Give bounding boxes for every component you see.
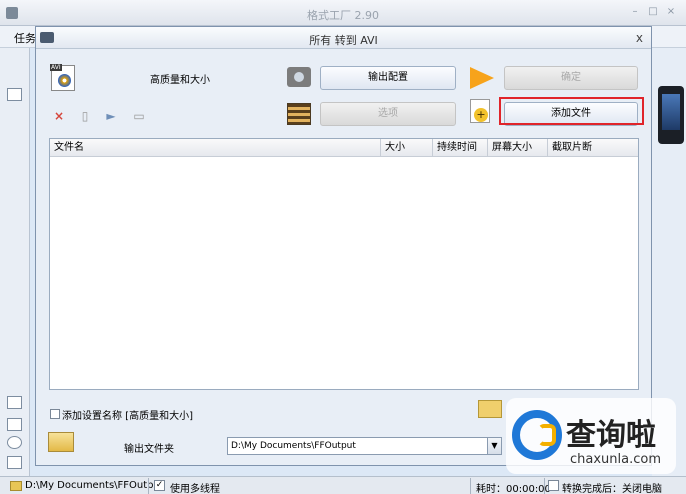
- add-file-icon: [470, 99, 490, 123]
- camera-icon: [287, 67, 311, 87]
- play-icon[interactable]: ►: [104, 110, 118, 123]
- status-divider: [148, 478, 149, 494]
- picture-icon[interactable]: [7, 418, 22, 431]
- column-clip[interactable]: 截取片断: [548, 139, 638, 157]
- arrow-right-icon: [470, 67, 494, 89]
- app-titlebar: 格式工厂 2.90 – □ ×: [0, 0, 686, 26]
- watermark-q-icon: [512, 410, 562, 460]
- add-setting-name-label: 添加设置名称 [高质量和大小]: [62, 411, 193, 422]
- after-convert-checkbox[interactable]: [548, 480, 559, 491]
- dialog-close-icon[interactable]: x: [636, 31, 643, 45]
- dialog-titlebar: 所有 转到 AVI x: [36, 27, 651, 49]
- output-folder-value: D:\My Documents\FFOutput: [231, 441, 356, 451]
- status-folder-icon[interactable]: [10, 481, 22, 491]
- elapsed-time: 耗时：00:00:00: [476, 484, 551, 494]
- options-button[interactable]: 选项: [320, 102, 456, 126]
- film-icon: [287, 103, 311, 125]
- chevron-down-icon[interactable]: ▼: [487, 438, 501, 454]
- status-bar: D:\My Documents\FFOutput ✓ 使用多线程 耗时：00:0…: [0, 476, 686, 494]
- close-icon[interactable]: ×: [664, 6, 678, 18]
- multithread-checkbox[interactable]: ✓: [154, 480, 165, 491]
- list-icon[interactable]: [7, 88, 22, 101]
- output-folder-label: 输出文件夹: [124, 444, 174, 455]
- disc-icon[interactable]: [7, 436, 22, 449]
- watermark-logo: 查询啦 chaxunla.com: [506, 398, 676, 474]
- avi-format-icon: AVI: [50, 64, 75, 91]
- after-convert-label: 转换完成后：关闭电脑: [562, 484, 662, 494]
- phone-icon: [658, 86, 684, 144]
- audio-icon[interactable]: [7, 396, 22, 409]
- watermark-text: 查询啦: [566, 418, 656, 453]
- status-path: D:\My Documents\FFOutput: [25, 480, 164, 491]
- status-divider: [470, 478, 471, 494]
- output-config-button[interactable]: 输出配置: [320, 66, 456, 90]
- add-setting-name-checkbox[interactable]: [50, 409, 60, 419]
- column-filename[interactable]: 文件名: [50, 139, 381, 157]
- left-pane: [0, 48, 30, 476]
- file-table-header: 文件名 大小 持续时间 屏幕大小 截取片断: [50, 139, 638, 157]
- output-folder-icon[interactable]: [48, 432, 74, 452]
- column-duration[interactable]: 持续时间: [433, 139, 488, 157]
- status-divider: [544, 478, 545, 494]
- minimize-icon[interactable]: –: [628, 6, 642, 18]
- multithread-label: 使用多线程: [170, 484, 220, 494]
- file-table[interactable]: 文件名 大小 持续时间 屏幕大小 截取片断: [49, 138, 639, 390]
- dialog-title: 所有 转到 AVI: [309, 34, 378, 47]
- maximize-icon[interactable]: □: [646, 6, 660, 18]
- app-title: 格式工厂 2.90: [307, 9, 379, 22]
- toolbox-icon[interactable]: [7, 456, 22, 469]
- column-size[interactable]: 大小: [381, 139, 433, 157]
- highlight-box: [499, 97, 644, 125]
- ok-button[interactable]: 确定: [504, 66, 638, 90]
- column-screen-size[interactable]: 屏幕大小: [488, 139, 548, 157]
- quality-label: 高质量和大小: [150, 75, 210, 86]
- media-info-icon[interactable]: ▭: [132, 110, 146, 123]
- watermark-url: chaxunla.com: [570, 452, 661, 467]
- clear-list-icon[interactable]: ▯: [78, 110, 92, 123]
- output-folder-select[interactable]: D:\My Documents\FFOutput ▼: [227, 437, 502, 455]
- delete-icon[interactable]: ×: [52, 110, 66, 123]
- menu-task[interactable]: 任务: [14, 30, 36, 46]
- folder-icon[interactable]: [478, 400, 502, 418]
